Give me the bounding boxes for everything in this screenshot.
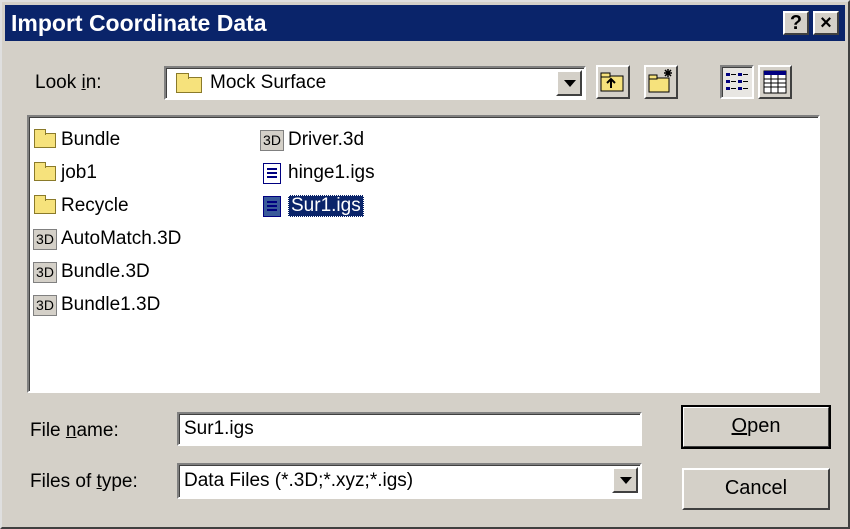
list-item[interactable]: Recycle [33,193,129,219]
open-button[interactable]: Open [681,405,831,449]
file-name-label: File name: [30,420,119,441]
list-item-selected[interactable]: Sur1.igs [260,193,364,219]
window-title: Import Coordinate Data [11,10,267,36]
file-list[interactable]: Bundle job1 Recycle 3D AutoMatch.3D 3D B… [27,115,820,393]
cancel-button[interactable]: Cancel [682,468,830,510]
new-folder-icon [648,69,672,93]
3d-file-icon: 3D [33,295,57,316]
look-in-label: Look in: [35,72,102,93]
list-item[interactable]: job1 [33,160,97,186]
igs-file-icon [260,196,284,217]
list-item[interactable]: 3D Bundle.3D [33,259,150,285]
folder-icon [33,195,57,216]
list-view-button[interactable] [720,65,754,99]
list-item[interactable]: 3D Driver.3d [260,127,364,153]
3d-file-icon: 3D [33,262,57,283]
title-bar[interactable]: Import Coordinate Data ? × [5,5,845,41]
chevron-down-icon [564,80,576,87]
file-type-dropdown-button[interactable] [612,467,638,493]
chevron-down-icon [620,477,632,484]
help-button[interactable]: ? [783,11,809,35]
list-item[interactable]: 3D AutoMatch.3D [33,226,181,252]
import-coordinate-data-dialog: Import Coordinate Data ? × Look in: Mock… [0,0,850,529]
details-view-icon [763,70,787,94]
close-button[interactable]: × [813,11,839,35]
3d-file-icon: 3D [260,130,284,151]
new-folder-button[interactable] [644,65,678,99]
up-one-level-button[interactable] [596,65,630,99]
file-name-input[interactable]: Sur1.igs [177,412,642,446]
list-item[interactable]: Bundle [33,127,120,153]
list-item[interactable]: 3D Bundle1.3D [33,292,160,318]
folder-icon [33,129,57,150]
list-view-icon [726,73,748,90]
up-one-level-icon [600,72,624,92]
details-view-button[interactable] [758,65,792,99]
igs-file-icon [260,163,284,184]
list-item[interactable]: hinge1.igs [260,160,375,186]
look-in-combo[interactable]: Mock Surface [164,66,586,100]
file-type-combo[interactable]: Data Files (*.3D;*.xyz;*.igs) [177,463,642,499]
look-in-value: Mock Surface [210,72,327,93]
folder-icon [33,162,57,183]
3d-file-icon: 3D [33,229,57,250]
file-type-label: Files of type: [30,471,138,492]
look-in-dropdown-button[interactable] [556,70,582,96]
folder-icon [176,73,202,93]
